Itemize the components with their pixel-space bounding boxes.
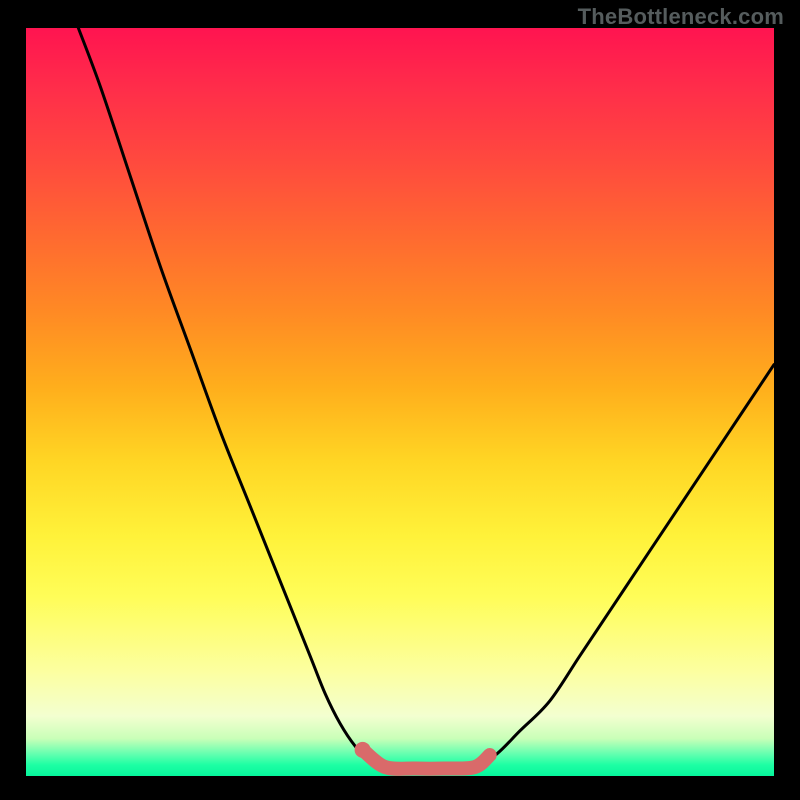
watermark-text: TheBottleneck.com	[578, 4, 784, 30]
series-right-curve	[475, 365, 774, 769]
chart-frame: TheBottleneck.com	[0, 0, 800, 800]
chart-svg	[26, 28, 774, 776]
series-highlight-bottom	[363, 750, 490, 769]
chart-lines	[78, 28, 774, 769]
series-left-curve	[78, 28, 385, 769]
highlight-dot	[355, 742, 371, 758]
